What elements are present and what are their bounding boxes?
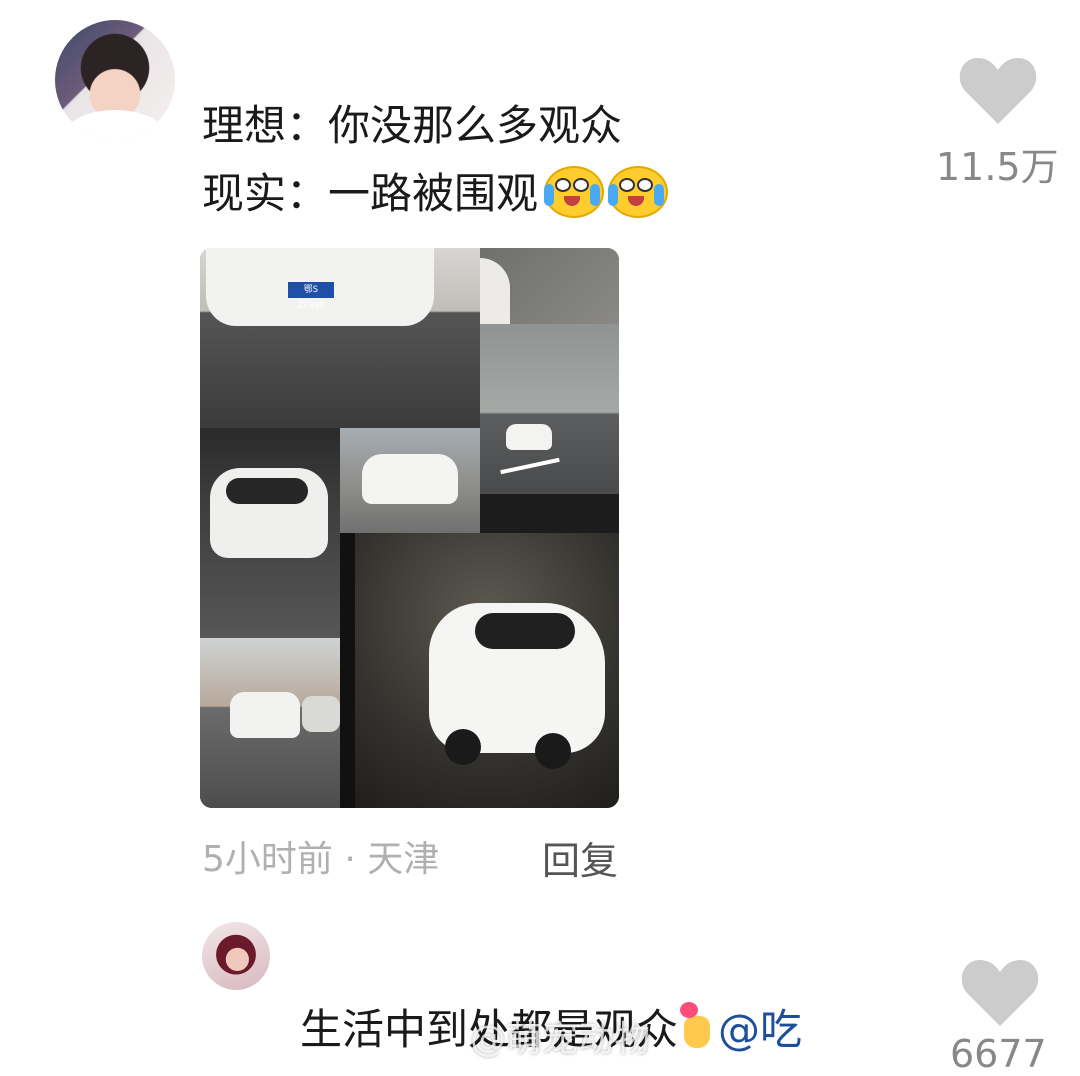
finger-heart-emoji-icon [678, 1002, 718, 1050]
avatar-shoulders [65, 110, 165, 140]
comment-time: 5小时前 [202, 839, 333, 880]
like-count: 11.5万 [936, 145, 1059, 189]
collage-photo [480, 324, 619, 534]
reply-button[interactable]: 回复 [542, 830, 618, 885]
comment-image[interactable]: 鄂S ZF980 [200, 248, 619, 808]
comment-avatar[interactable] [202, 922, 270, 990]
collage-photo [480, 248, 619, 326]
comment-text-line: 现实：一路被围观 [202, 160, 669, 228]
comment-text-line: 理想：你没那么多观众 [202, 101, 623, 150]
license-plate: 鄂S ZF980 [288, 282, 334, 311]
comment-text-segment: 现实：一路被围观 [202, 169, 539, 218]
collage-photo [355, 533, 619, 808]
like-heart-icon[interactable] [960, 956, 1040, 1028]
collage-photo [340, 428, 480, 533]
user-mention-link[interactable]: @吃 [718, 1005, 802, 1054]
collage-photo [200, 428, 340, 638]
collage-photo [200, 638, 340, 808]
crying-laughing-emoji-icon [606, 164, 669, 218]
collage-photo: 鄂S ZF980 [200, 248, 480, 428]
crying-laughing-emoji-icon [542, 164, 605, 218]
comment-avatar[interactable] [55, 20, 175, 140]
like-heart-icon[interactable] [958, 54, 1038, 126]
comment-location: 天津 [367, 839, 440, 880]
like-count: 6677 [950, 1032, 1047, 1076]
comment-meta: 5小时前 · 天津 [202, 830, 439, 882]
meta-separator: · [344, 839, 356, 880]
watermark: @萌宠动物 [470, 1019, 651, 1060]
